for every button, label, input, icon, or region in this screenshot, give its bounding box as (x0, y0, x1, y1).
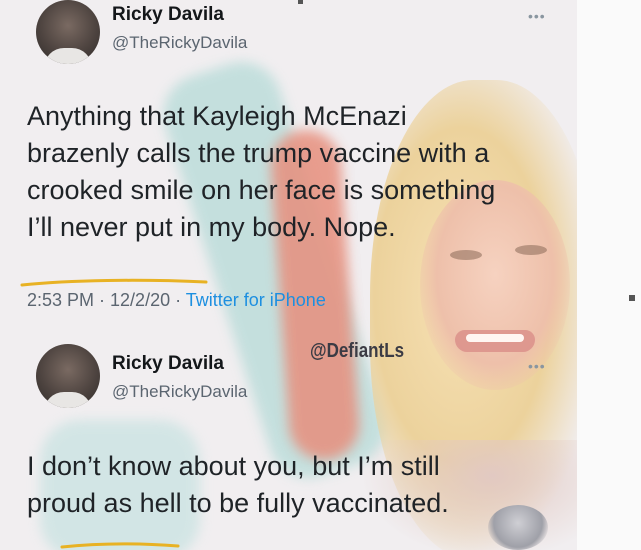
screenshot-canvas: Ricky Davila @TheRickyDavila ••• Anythin… (0, 0, 577, 550)
more-options-icon[interactable]: ••• (528, 8, 546, 24)
timestamp[interactable]: 2:53 PM · 12/2/20 · (27, 290, 186, 310)
author-name[interactable]: Ricky Davila (112, 353, 224, 375)
avatar-shirt (44, 392, 92, 408)
tweet-text: I don’t know about you, but I’m still pr… (27, 451, 449, 518)
tweet-text: Anything that Kayleigh McEnazi brazenly … (27, 101, 496, 242)
author-handle[interactable]: @TheRickyDavila (112, 382, 247, 402)
avatar[interactable] (36, 344, 100, 408)
gutter-marker (629, 295, 635, 301)
watermark: @DefiantLs (310, 340, 405, 362)
tweet-stack: Ricky Davila @TheRickyDavila ••• Anythin… (0, 0, 577, 550)
avatar[interactable] (36, 0, 100, 64)
tweet-1[interactable]: Ricky Davila @TheRickyDavila ••• Anythin… (0, 0, 577, 320)
tweet-meta: 2:53 PM · 12/2/20 · Twitter for iPhone (27, 290, 326, 311)
author-name[interactable]: Ricky Davila (112, 4, 224, 26)
source-link[interactable]: Twitter for iPhone (186, 290, 326, 310)
more-options-icon[interactable]: ••• (528, 358, 546, 374)
yellow-underline-annotation (60, 542, 180, 549)
top-marker (298, 0, 303, 4)
yellow-underline-annotation (20, 278, 208, 287)
author-handle[interactable]: @TheRickyDavila (112, 33, 247, 53)
tweet-2[interactable]: Ricky Davila @TheRickyDavila ••• I don’t… (0, 336, 577, 550)
avatar-shirt (44, 48, 92, 64)
right-gutter (577, 0, 641, 550)
